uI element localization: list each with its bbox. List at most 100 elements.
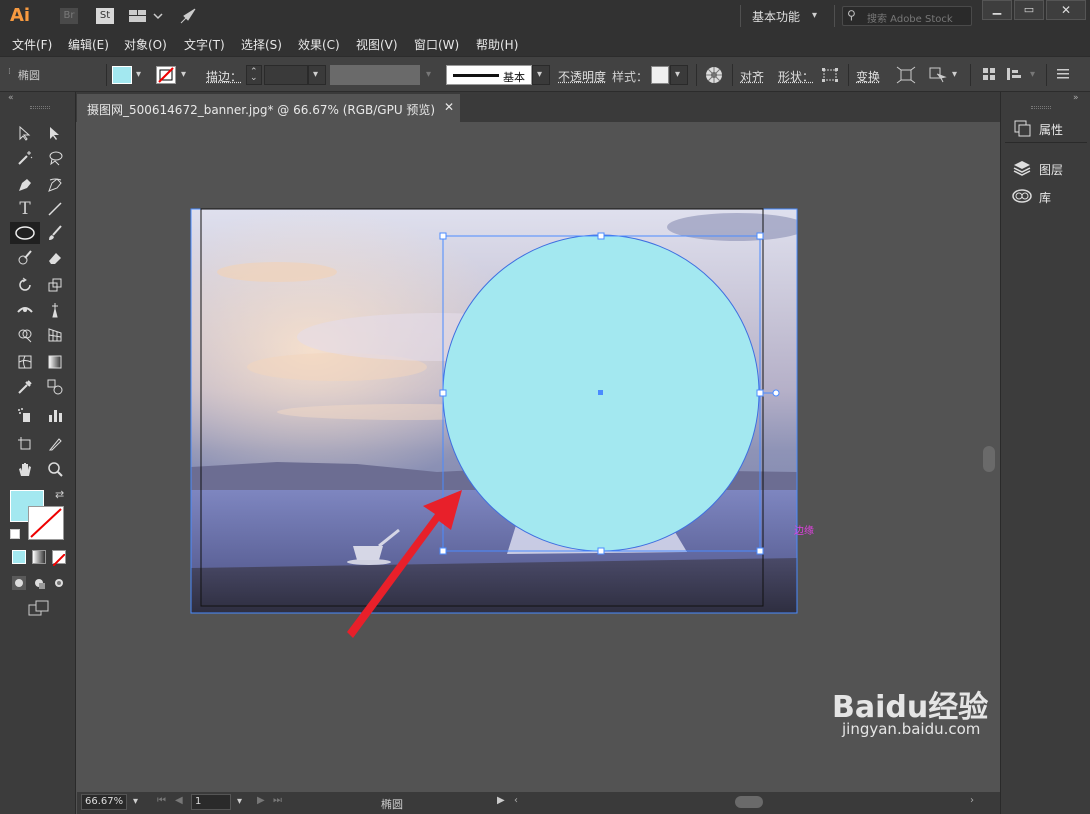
expand-panels-icon[interactable]: » bbox=[1073, 93, 1079, 103]
workspace-switcher[interactable]: 基本功能 bbox=[752, 8, 800, 25]
resize-handle[interactable] bbox=[757, 390, 763, 396]
stock-search-field[interactable]: ⚲ 搜索 Adobe Stock bbox=[842, 6, 972, 26]
lasso-tool-icon[interactable] bbox=[44, 147, 66, 169]
type-tool-icon[interactable]: T bbox=[14, 198, 36, 220]
stroke-color-swatch[interactable] bbox=[156, 66, 176, 84]
layers-panel-button[interactable]: 图层 bbox=[1001, 156, 1090, 180]
chevron-down-icon[interactable]: ▾ bbox=[181, 69, 186, 80]
direct-selection-tool-icon[interactable] bbox=[44, 122, 66, 144]
shape-label[interactable]: 形状： bbox=[778, 68, 814, 85]
line-segment-tool-icon[interactable] bbox=[44, 198, 66, 220]
horizontal-scrollbar-thumb[interactable] bbox=[735, 796, 763, 808]
swap-fill-stroke-icon[interactable]: ⇄ bbox=[55, 488, 64, 501]
fill-color-swatch[interactable] bbox=[112, 66, 132, 84]
default-fill-stroke-icon[interactable] bbox=[10, 529, 20, 539]
chevron-down-icon[interactable]: ▾ bbox=[237, 796, 242, 807]
shape-builder-tool-icon[interactable] bbox=[14, 324, 36, 346]
minimize-button[interactable]: ▁ bbox=[982, 0, 1012, 20]
symbol-sprayer-tool-icon[interactable] bbox=[14, 404, 36, 426]
screen-mode-icon[interactable] bbox=[28, 600, 50, 620]
eraser-tool-icon[interactable] bbox=[44, 247, 66, 269]
resize-handle[interactable] bbox=[440, 233, 446, 239]
draw-inside-icon[interactable] bbox=[52, 575, 66, 594]
menu-view[interactable]: 视图(V) bbox=[356, 36, 398, 53]
artboard-tool-icon[interactable] bbox=[14, 433, 36, 455]
control-panel-menu-button[interactable] bbox=[1056, 67, 1070, 84]
vertical-scrollbar-thumb[interactable] bbox=[983, 446, 995, 472]
arrange-documents-button[interactable] bbox=[128, 8, 164, 24]
gradient-tool-icon[interactable] bbox=[44, 351, 66, 373]
stroke-weight-stepper[interactable]: ⌃ ⌄ bbox=[246, 65, 262, 85]
stroke-color-box[interactable] bbox=[28, 506, 64, 540]
resize-handle[interactable] bbox=[440, 548, 446, 554]
menu-file[interactable]: 文件(F) bbox=[12, 36, 52, 53]
chevron-down-icon[interactable]: ▾ bbox=[136, 69, 141, 80]
hand-tool-icon[interactable] bbox=[14, 458, 36, 480]
paintbrush-tool-icon[interactable] bbox=[44, 222, 66, 244]
zoom-level-field[interactable]: 66.67% bbox=[81, 794, 127, 810]
menu-select[interactable]: 选择(S) bbox=[241, 36, 282, 53]
collapse-panel-icon[interactable]: « bbox=[8, 93, 14, 103]
rotate-tool-icon[interactable] bbox=[14, 274, 36, 296]
mesh-tool-icon[interactable] bbox=[14, 351, 36, 373]
close-tab-icon[interactable]: ✕ bbox=[444, 100, 454, 114]
menu-window[interactable]: 窗口(W) bbox=[414, 36, 459, 53]
pie-widget-handle[interactable] bbox=[773, 390, 779, 396]
stroke-label[interactable]: 描边： bbox=[206, 68, 242, 85]
resize-handle[interactable] bbox=[598, 548, 604, 554]
stock-button[interactable]: St bbox=[96, 8, 114, 24]
align-label[interactable]: 对齐 bbox=[740, 68, 764, 85]
brush-dropdown-button[interactable]: ▾ bbox=[532, 65, 550, 85]
ellipse-tool-icon[interactable] bbox=[10, 222, 40, 244]
graphic-style-swatch[interactable] bbox=[651, 66, 669, 84]
graphic-style-dropdown[interactable]: ▾ bbox=[670, 65, 688, 85]
draw-behind-icon[interactable] bbox=[32, 575, 46, 594]
chevron-down-icon[interactable]: ▾ bbox=[133, 796, 138, 807]
menu-effect[interactable]: 效果(C) bbox=[298, 36, 340, 53]
pen-tool-icon[interactable] bbox=[14, 174, 36, 196]
variable-width-profile[interactable] bbox=[330, 65, 420, 85]
arrange-button[interactable] bbox=[982, 67, 996, 84]
blend-tool-icon[interactable] bbox=[44, 376, 66, 398]
stroke-weight-dropdown[interactable]: ▾ bbox=[308, 65, 326, 85]
selection-tool-icon[interactable] bbox=[14, 122, 36, 144]
transform-label[interactable]: 变换 bbox=[856, 68, 880, 85]
properties-panel-button[interactable]: 属性 bbox=[1001, 116, 1090, 140]
brush-definition-dropdown[interactable]: 基本 bbox=[446, 65, 532, 85]
scroll-right-icon[interactable]: › bbox=[970, 795, 974, 806]
libraries-panel-button[interactable]: 库 bbox=[1001, 184, 1090, 208]
chevron-down-icon[interactable]: ▾ bbox=[952, 69, 957, 80]
select-similar-button[interactable] bbox=[928, 66, 948, 87]
gradient-mode-button[interactable] bbox=[32, 550, 46, 564]
magic-wand-tool-icon[interactable] bbox=[14, 147, 36, 169]
opacity-label[interactable]: 不透明度 bbox=[558, 68, 606, 85]
curvature-tool-icon[interactable] bbox=[44, 174, 66, 196]
color-mode-button[interactable] bbox=[12, 550, 26, 564]
recolor-artwork-button[interactable] bbox=[704, 65, 724, 88]
menu-type[interactable]: 文字(T) bbox=[184, 36, 225, 53]
resize-handle[interactable] bbox=[440, 390, 446, 396]
stroke-weight-field[interactable] bbox=[264, 65, 308, 85]
column-graph-tool-icon[interactable] bbox=[44, 404, 66, 426]
maximize-button[interactable]: ▭ bbox=[1014, 0, 1044, 20]
width-tool-icon[interactable] bbox=[14, 299, 36, 321]
distribute-button[interactable] bbox=[1006, 67, 1024, 84]
menu-edit[interactable]: 编辑(E) bbox=[68, 36, 109, 53]
status-menu-icon[interactable]: ▶ bbox=[497, 795, 505, 806]
none-mode-button[interactable] bbox=[52, 550, 66, 564]
close-button[interactable]: ✕ bbox=[1046, 0, 1086, 20]
shaper-tool-icon[interactable] bbox=[14, 247, 36, 269]
perspective-grid-tool-icon[interactable] bbox=[44, 324, 66, 346]
gpu-performance-button[interactable] bbox=[178, 6, 198, 30]
scale-tool-icon[interactable] bbox=[44, 274, 66, 296]
document-tab[interactable]: 摄图网_500614672_banner.jpg* @ 66.67% (RGB/… bbox=[77, 94, 460, 122]
bridge-button[interactable]: Br bbox=[60, 8, 78, 24]
eyedropper-tool-icon[interactable] bbox=[14, 376, 36, 398]
resize-handle[interactable] bbox=[757, 233, 763, 239]
resize-handle[interactable] bbox=[757, 548, 763, 554]
scroll-left-icon[interactable]: ‹ bbox=[514, 795, 518, 806]
menu-object[interactable]: 对象(O) bbox=[124, 36, 167, 53]
resize-handle[interactable] bbox=[598, 233, 604, 239]
isolate-object-button[interactable] bbox=[896, 66, 916, 87]
draw-normal-icon[interactable] bbox=[12, 575, 26, 594]
